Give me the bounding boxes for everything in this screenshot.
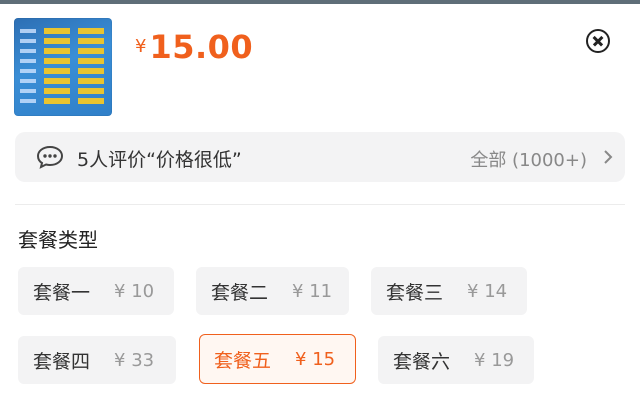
package-name: 套餐六	[393, 350, 451, 373]
product-thumbnail[interactable]	[14, 18, 112, 116]
package-type-title: 套餐类型	[18, 228, 98, 252]
top-divider	[0, 0, 640, 4]
package-option-6[interactable]: 套餐六 ¥ 19	[378, 336, 534, 384]
package-price: ¥ 15	[295, 348, 336, 370]
package-name: 套餐五	[214, 349, 272, 372]
package-name: 套餐一	[33, 281, 91, 304]
package-price: ¥ 11	[292, 280, 333, 302]
section-divider	[15, 204, 625, 205]
package-option-1[interactable]: 套餐一 ¥ 10	[18, 267, 174, 315]
package-option-5-selected[interactable]: 套餐五 ¥ 15	[199, 334, 356, 384]
package-price: ¥ 14	[467, 280, 508, 302]
product-price: ¥15.00	[135, 28, 253, 66]
thumbnail-row	[20, 28, 108, 35]
thumbnail-row	[20, 88, 108, 95]
package-name: 套餐三	[386, 281, 444, 304]
package-name: 套餐四	[33, 350, 91, 373]
currency-symbol: ¥	[135, 36, 147, 57]
package-option-4[interactable]: 套餐四 ¥ 33	[18, 336, 176, 384]
thumbnail-row	[20, 98, 108, 105]
package-name: 套餐二	[211, 281, 269, 304]
review-summary-bar[interactable]: 5人评价“价格很低” 全部 (1000+)	[15, 132, 625, 182]
review-summary-text: 5人评价“价格很低”	[77, 149, 242, 171]
package-price: ¥ 19	[474, 349, 515, 371]
package-option-3[interactable]: 套餐三 ¥ 14	[371, 267, 527, 315]
thumbnail-row	[20, 38, 108, 45]
close-icon[interactable]	[586, 29, 610, 53]
package-price: ¥ 33	[114, 349, 155, 371]
package-option-2[interactable]: 套餐二 ¥ 11	[196, 267, 349, 315]
package-price: ¥ 10	[114, 280, 155, 302]
thumbnail-row	[20, 78, 108, 85]
thumbnail-row	[20, 48, 108, 55]
thumbnail-row	[20, 68, 108, 75]
chevron-right-icon	[604, 150, 613, 164]
chat-bubble-icon	[36, 145, 64, 169]
price-value: 15.00	[149, 28, 254, 66]
review-all-link[interactable]: 全部 (1000+)	[470, 146, 587, 172]
thumbnail-row	[20, 58, 108, 65]
